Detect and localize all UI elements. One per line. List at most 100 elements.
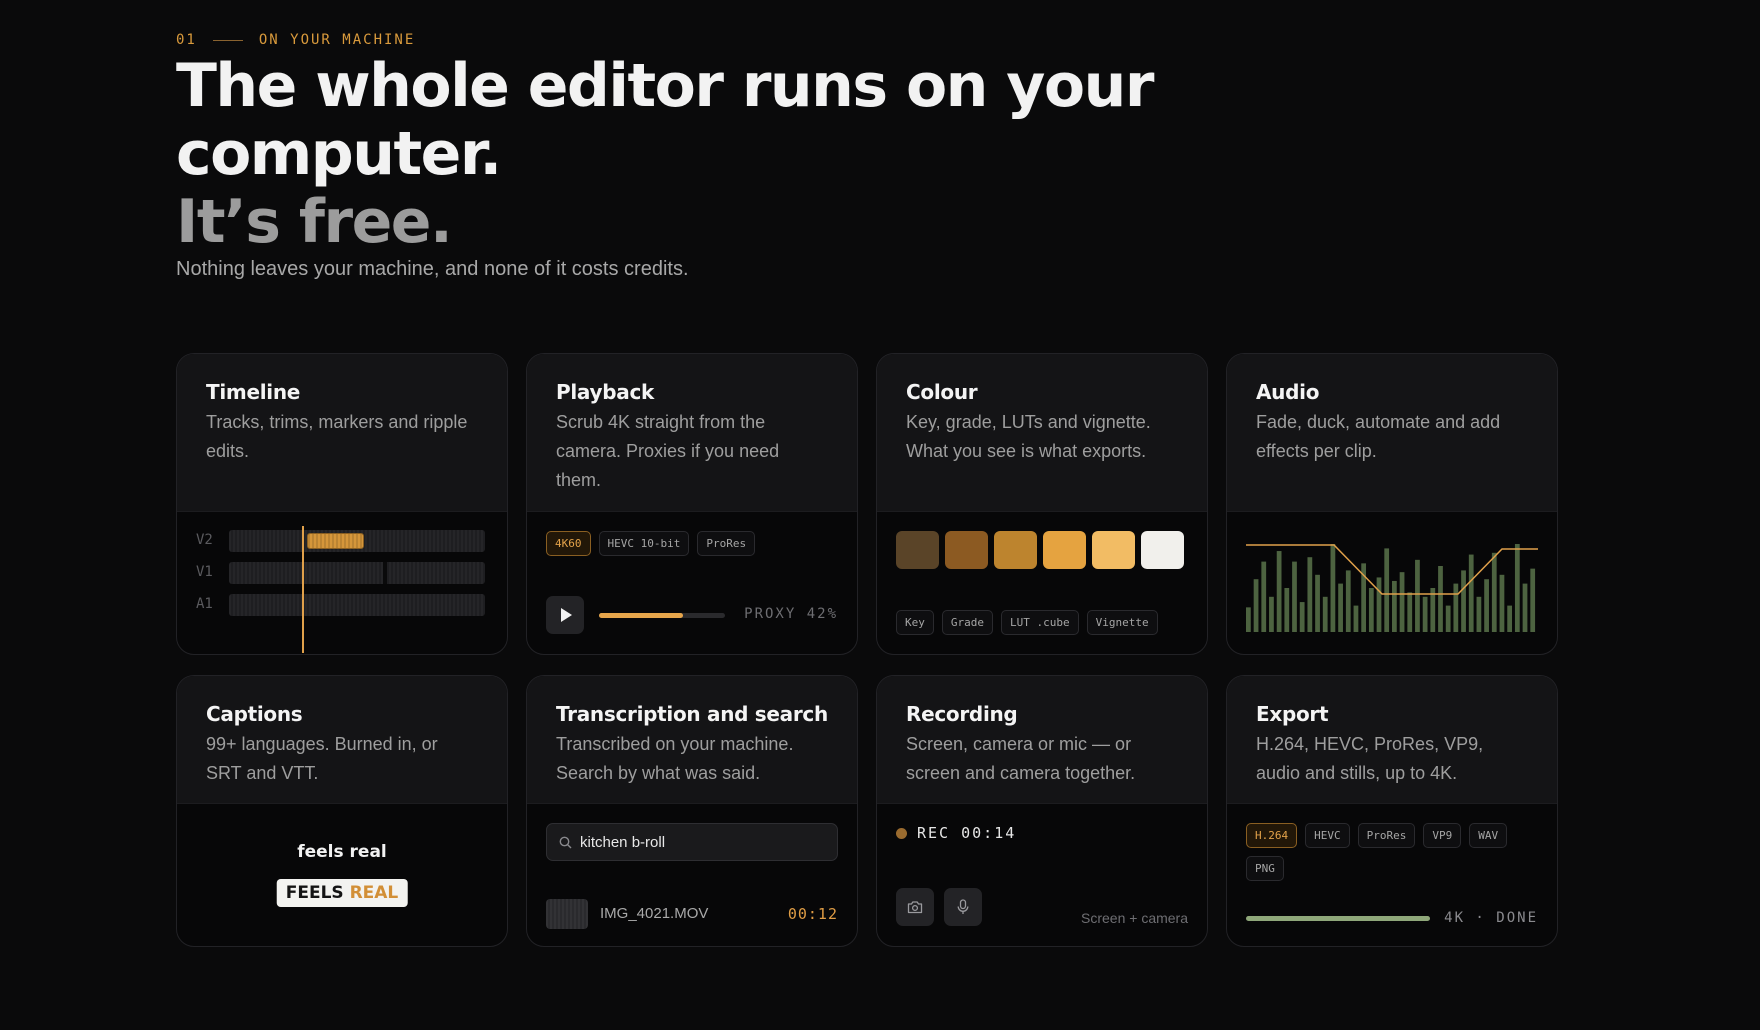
- card-description: H.264, HEVC, ProRes, VP9, audio and stil…: [1256, 734, 1484, 783]
- waveform-bar: [1269, 596, 1274, 632]
- camera-icon: [907, 901, 923, 914]
- card-description: Transcribed on your machine. Search by w…: [556, 734, 794, 783]
- export-format-chip[interactable]: ProRes: [1357, 823, 1416, 848]
- result-thumbnail[interactable]: [546, 899, 588, 929]
- waveform-bar: [1376, 577, 1382, 632]
- colour-tool-chip[interactable]: LUT .cube: [1001, 610, 1079, 635]
- card-header: Playback Scrub 4K straight from the came…: [527, 354, 857, 512]
- export-format-chip[interactable]: HEVC: [1305, 823, 1350, 848]
- waveform-bar: [1246, 607, 1251, 632]
- caption-burned-in: FEELS REAL: [276, 879, 408, 907]
- waveform-bar: [1445, 605, 1451, 632]
- waveform-bar: [1461, 570, 1466, 632]
- card-description: Fade, duck, automate and add effects per…: [1256, 412, 1501, 461]
- card-description: Scrub 4K straight from the camera. Proxi…: [556, 412, 780, 490]
- colour-preview: Key Grade LUT .cube Vignette: [877, 512, 1207, 654]
- feature-card-playback: Playback Scrub 4K straight from the came…: [526, 353, 858, 655]
- waveform-bar: [1522, 583, 1528, 632]
- card-title: Playback: [556, 380, 655, 404]
- play-button[interactable]: [546, 596, 584, 634]
- clip-split: [383, 562, 387, 584]
- waveform-bar: [1284, 588, 1290, 632]
- recording-mode: Screen + camera: [1081, 910, 1188, 926]
- feature-card-audio: Audio Fade, duck, automate and add effec…: [1226, 353, 1558, 655]
- card-description: Key, grade, LUTs and vignette. What you …: [906, 412, 1151, 461]
- timeline-clip[interactable]: [307, 533, 364, 549]
- colour-swatch[interactable]: [896, 531, 939, 569]
- audio-waveform[interactable]: [1246, 542, 1538, 632]
- result-timestamp[interactable]: 00:12: [788, 905, 838, 923]
- waveform-bar: [1307, 557, 1313, 632]
- search-value: kitchen b-roll: [580, 833, 666, 851]
- colour-swatches: [896, 531, 1184, 569]
- card-header: Transcription and search Transcribed on …: [527, 676, 857, 804]
- camera-toggle-button[interactable]: [896, 888, 934, 926]
- card-header: Captions 99+ languages. Burned in, or SR…: [177, 676, 507, 804]
- page-headline: The whole editor runs on your computer. …: [176, 52, 1176, 256]
- card-title: Audio: [1256, 380, 1320, 404]
- colour-swatch[interactable]: [945, 531, 988, 569]
- waveform-bar: [1484, 579, 1489, 632]
- feature-card-recording: Recording Screen, camera or mic — or scr…: [876, 675, 1208, 947]
- track-label-v2: V2: [196, 532, 213, 548]
- captions-preview: feels real FEELS REAL: [177, 804, 507, 946]
- waveform-bar: [1392, 580, 1397, 632]
- waveform-bar: [1499, 574, 1505, 632]
- play-icon: [561, 608, 572, 622]
- export-progress-bar: [1246, 916, 1430, 921]
- card-title: Timeline: [206, 380, 301, 404]
- waveform-bar: [1468, 554, 1474, 632]
- waveform-bar: [1322, 596, 1328, 632]
- mic-toggle-button[interactable]: [944, 888, 982, 926]
- colour-tool-chip[interactable]: Vignette: [1086, 610, 1158, 635]
- colour-swatch[interactable]: [994, 531, 1037, 569]
- eyebrow-divider: [212, 39, 243, 41]
- feature-grid: Timeline Tracks, trims, markers and ripp…: [176, 353, 1559, 947]
- waveform-bar: [1507, 605, 1513, 632]
- colour-tool-chip[interactable]: Grade: [941, 610, 993, 635]
- feature-card-captions: Captions 99+ languages. Burned in, or SR…: [176, 675, 508, 947]
- colour-swatch[interactable]: [1092, 531, 1135, 569]
- card-title: Recording: [906, 702, 1018, 726]
- card-description: Tracks, trims, markers and ripple edits.: [206, 412, 468, 461]
- colour-swatch[interactable]: [1043, 531, 1086, 569]
- colour-swatch[interactable]: [1141, 531, 1184, 569]
- waveform-bar: [1530, 568, 1536, 632]
- waveform-bar: [1422, 596, 1428, 632]
- waveform-bar: [1368, 588, 1374, 632]
- export-format-chip[interactable]: WAV: [1469, 823, 1508, 848]
- feature-card-transcription: Transcription and search Transcribed on …: [526, 675, 858, 947]
- waveform-bar: [1476, 596, 1482, 632]
- format-chip: 4K60: [546, 531, 591, 556]
- section-eyebrow: 01 ON YOUR MACHINE: [176, 32, 415, 48]
- result-file-name[interactable]: IMG_4021.MOV: [600, 905, 708, 922]
- card-header: Timeline Tracks, trims, markers and ripp…: [177, 354, 507, 512]
- waveform-bar: [1407, 592, 1413, 632]
- export-format-chip[interactable]: VP9: [1423, 823, 1462, 848]
- export-status: 4K · DONE: [1444, 910, 1538, 926]
- caption-word: FEELS: [285, 883, 344, 903]
- colour-tool-chip[interactable]: Key: [896, 610, 934, 635]
- caption-line: feels real: [297, 842, 387, 862]
- export-format-chip[interactable]: PNG: [1246, 856, 1284, 881]
- card-header: Export H.264, HEVC, ProRes, VP9, audio a…: [1227, 676, 1557, 804]
- waveform-bar: [1345, 570, 1351, 632]
- feature-card-colour: Colour Key, grade, LUTs and vignette. Wh…: [876, 353, 1208, 655]
- waveform-bar: [1415, 559, 1420, 632]
- waveform-bar: [1514, 544, 1520, 632]
- waveform-bar: [1299, 602, 1305, 632]
- timeline-track-a1[interactable]: [229, 594, 485, 616]
- page-subhead: Nothing leaves your machine, and none of…: [176, 258, 689, 280]
- timeline-preview: V2 V1 A1: [177, 512, 507, 654]
- card-title: Transcription and search: [556, 702, 828, 726]
- eyebrow-number: 01: [176, 32, 197, 48]
- transcription-preview: kitchen b-roll IMG_4021.MOV 00:12: [527, 804, 857, 946]
- transcript-search-input[interactable]: kitchen b-roll: [546, 823, 838, 861]
- playhead[interactable]: [302, 526, 304, 653]
- headline-free: It’s free.: [176, 187, 453, 257]
- waveform-bar: [1292, 561, 1297, 632]
- feature-card-export: Export H.264, HEVC, ProRes, VP9, audio a…: [1226, 675, 1558, 947]
- export-format-chip[interactable]: H.264: [1246, 823, 1298, 848]
- timeline-track-v1[interactable]: [229, 562, 485, 584]
- card-title: Export: [1256, 702, 1329, 726]
